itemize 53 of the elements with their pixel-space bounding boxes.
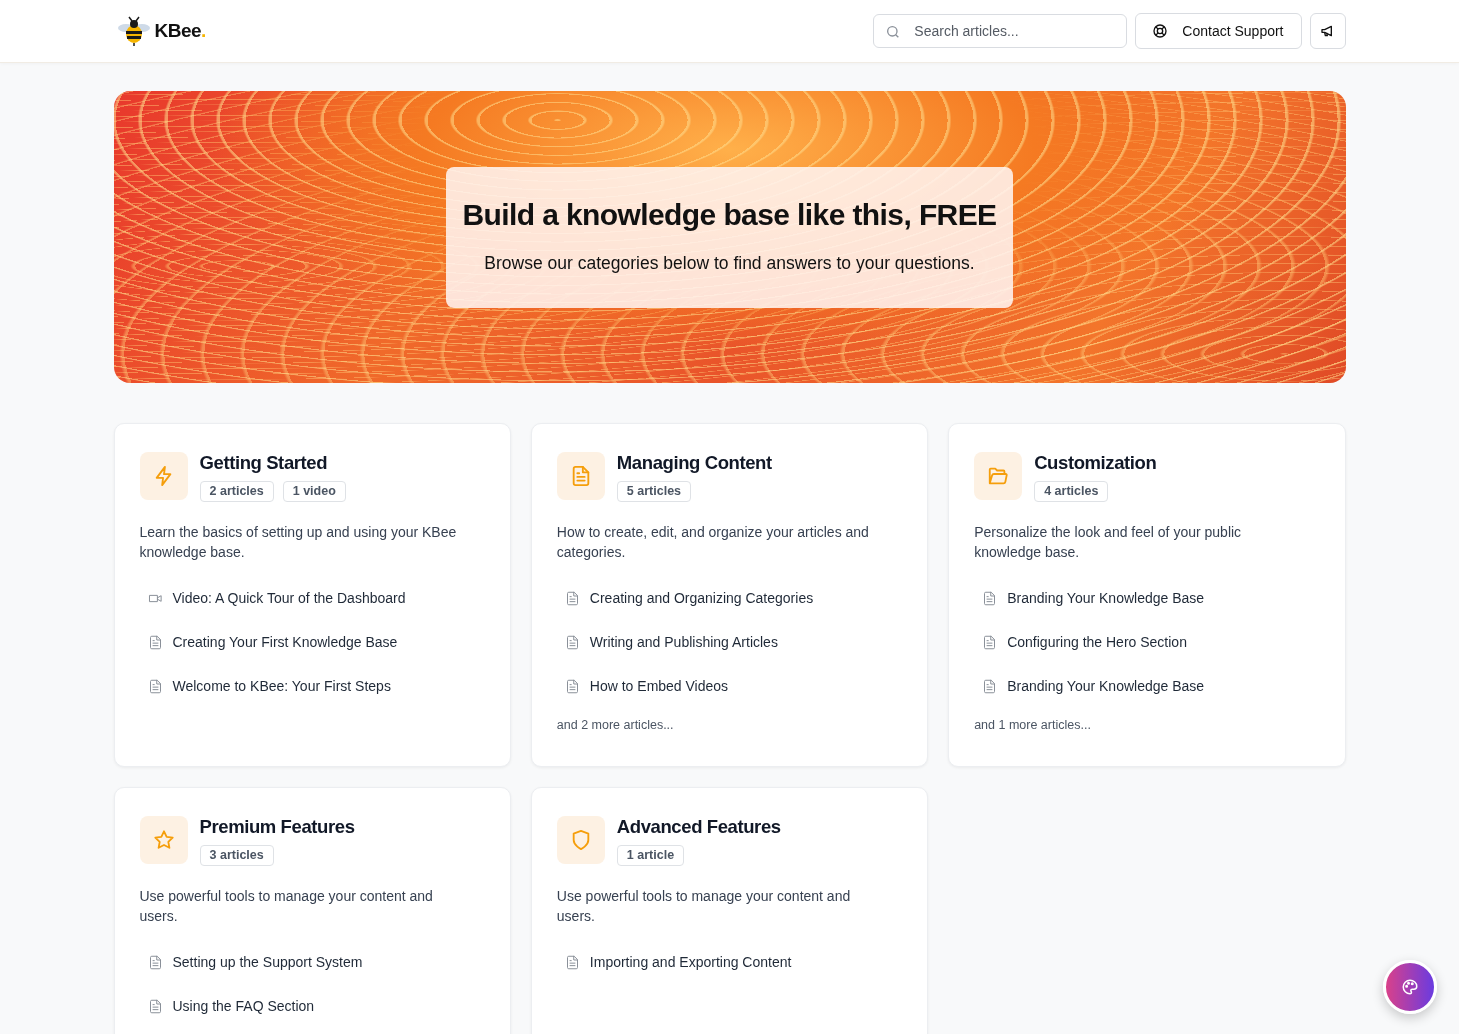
article-link[interactable]: Importing and Exporting Content xyxy=(589,952,792,972)
category-description: How to create, edit, and organize your articles and categories. xyxy=(556,523,870,562)
article-link[interactable]: How to Embed Videos xyxy=(589,676,729,696)
document-icon xyxy=(147,954,163,970)
document-icon xyxy=(564,590,580,606)
contact-support-button[interactable]: Contact Support xyxy=(1135,13,1302,49)
announcement-button[interactable] xyxy=(1309,13,1346,49)
category-title[interactable]: Managing Content xyxy=(616,452,772,474)
article-link[interactable]: Branding Your Knowledge Base xyxy=(1007,676,1205,696)
hero-subtitle: Browse our categories below to find answers to your questions. xyxy=(483,252,976,274)
count-badge: 1 video xyxy=(282,481,346,502)
category-description: Learn the basics of setting up and using your KBee knowledge base. xyxy=(139,523,458,562)
star-icon xyxy=(152,829,175,851)
category-title[interactable]: Premium Features xyxy=(199,816,355,838)
document-icon xyxy=(147,634,163,650)
document-icon xyxy=(564,634,580,650)
document-icon xyxy=(982,634,998,650)
document-icon xyxy=(982,678,998,694)
palette-icon xyxy=(1401,978,1419,996)
theme-palette-button[interactable] xyxy=(1383,960,1437,1014)
article-link[interactable]: Creating and Organizing Categories xyxy=(589,588,814,608)
category-description: Personalize the look and feel of your public knowledge base. xyxy=(974,523,1243,562)
more-articles-link[interactable]: and 1 more articles... xyxy=(974,718,1320,732)
document-icon xyxy=(147,678,163,694)
category-title[interactable]: Advanced Features xyxy=(616,816,781,838)
document-icon xyxy=(982,590,998,606)
bee-logo-icon xyxy=(116,15,151,47)
category-title[interactable]: Customization xyxy=(1034,452,1157,474)
count-badge: 3 articles xyxy=(199,845,274,866)
hero-title: Build a knowledge base like this, FREE xyxy=(462,197,997,232)
logo-text[interactable]: KBee. xyxy=(154,20,206,42)
more-articles-link[interactable]: and 2 more articles... xyxy=(556,718,903,732)
category-description: Use powerful tools to manage your content and users. xyxy=(556,887,852,926)
article-link[interactable]: Welcome to KBee: Your First Steps xyxy=(172,676,391,696)
article-link[interactable]: Using the FAQ Section xyxy=(172,996,315,1016)
article-link[interactable]: Configuring the Hero Section xyxy=(1007,632,1187,652)
folder-icon xyxy=(987,465,1010,487)
lifebuoy-icon xyxy=(1152,23,1169,39)
count-badge: 5 articles xyxy=(616,481,692,502)
count-badge: 1 article xyxy=(616,845,685,866)
article-link[interactable]: Setting up the Support System xyxy=(172,952,363,972)
category-title[interactable]: Getting Started xyxy=(199,452,346,474)
document-icon xyxy=(564,954,580,970)
article-link[interactable]: Video: A Quick Tour of the Dashboard xyxy=(172,588,406,608)
count-badge: 4 articles xyxy=(1034,481,1109,502)
count-badge: 2 articles xyxy=(199,481,274,502)
article-link[interactable]: Writing and Publishing Articles xyxy=(589,632,778,652)
category-description: Use powerful tools to manage your content and users. xyxy=(139,887,434,926)
document-icon xyxy=(564,678,580,694)
article-link[interactable]: Branding Your Knowledge Base xyxy=(1007,588,1205,608)
search-field[interactable]: Search articles... xyxy=(873,14,1128,48)
document-icon xyxy=(147,998,163,1014)
article-link[interactable]: Creating Your First Knowledge Base xyxy=(172,632,398,652)
